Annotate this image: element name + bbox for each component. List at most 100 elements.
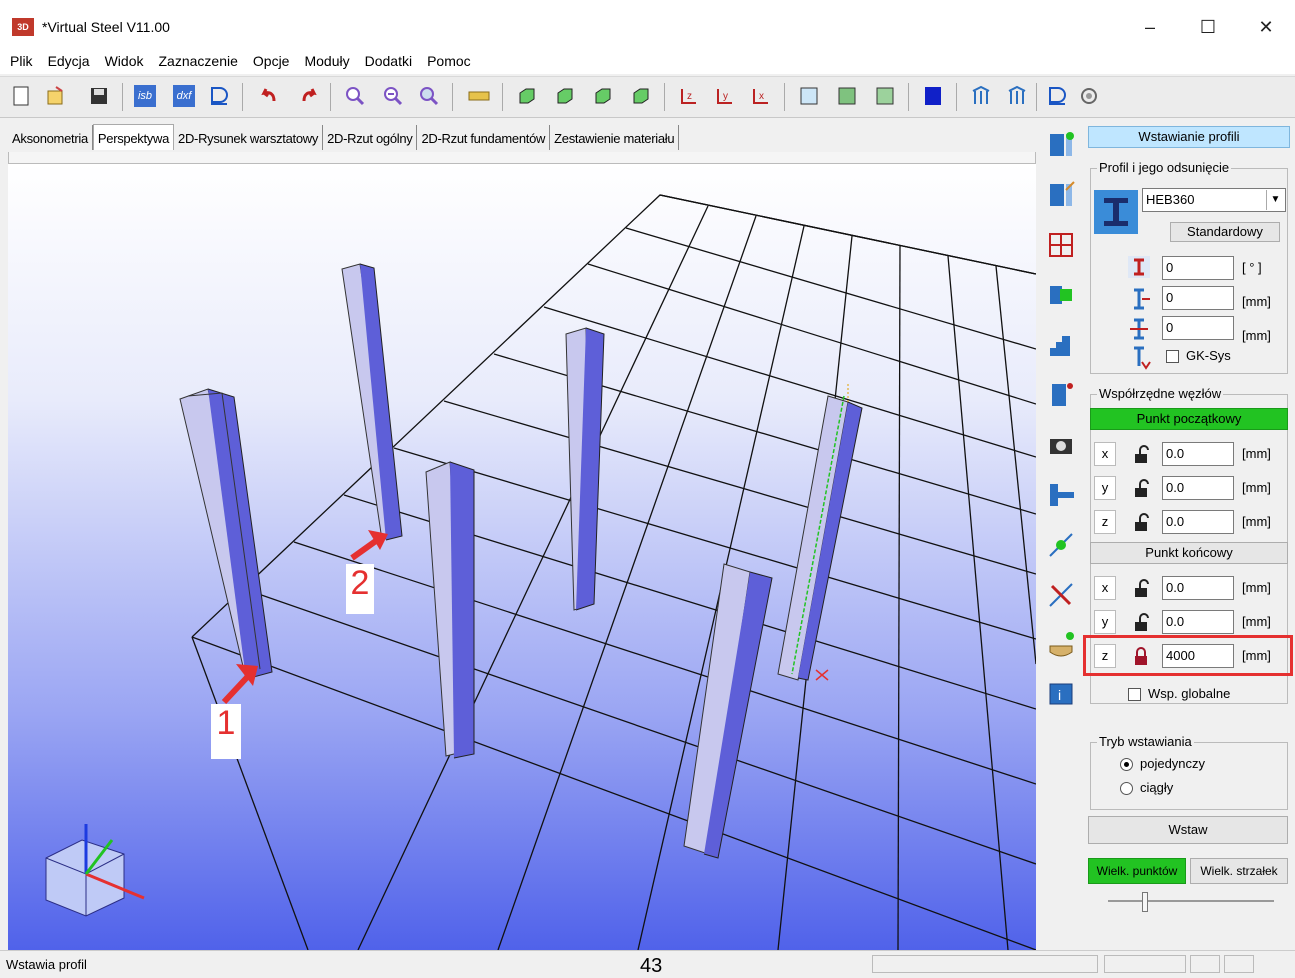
undo-icon[interactable]: [258, 85, 280, 107]
edit-profile-icon[interactable]: [1046, 180, 1076, 210]
menu-moduly[interactable]: Moduły: [299, 51, 354, 71]
chevron-down-icon[interactable]: ▼: [1266, 190, 1284, 210]
isb-icon[interactable]: isb: [134, 85, 156, 107]
end-y-label: y: [1094, 610, 1116, 634]
end-x-input[interactable]: 0.0: [1162, 576, 1234, 600]
unlock-icon[interactable]: [1130, 512, 1152, 534]
color-icon[interactable]: [922, 85, 944, 107]
annotation-label-1: 1: [211, 704, 241, 759]
open-icon[interactable]: [44, 85, 66, 107]
view-iso2-icon[interactable]: [554, 85, 576, 107]
start-x-input[interactable]: 0.0: [1162, 442, 1234, 466]
profile-select[interactable]: HEB360: [1142, 188, 1286, 212]
insert-profile-icon[interactable]: [1046, 130, 1076, 160]
offset-y-input[interactable]: 0: [1162, 286, 1234, 310]
zoom-window-icon[interactable]: [418, 85, 440, 107]
end-x-unit: [mm]: [1242, 580, 1271, 595]
3d-viewport[interactable]: 2 1: [8, 164, 1036, 950]
weld-icon[interactable]: [1046, 630, 1076, 660]
column-3: [565, 327, 605, 611]
print-icon[interactable]: [1046, 85, 1068, 107]
close-button[interactable]: ✕: [1243, 12, 1289, 42]
arrow-size-button[interactable]: Wielk. strzałek: [1190, 858, 1288, 884]
rotation-input[interactable]: 0: [1162, 256, 1234, 280]
view-x-icon[interactable]: x: [750, 85, 772, 107]
redo-icon[interactable]: [298, 85, 320, 107]
dxf-icon[interactable]: dxf: [173, 85, 195, 107]
menu-pomoc[interactable]: Pomoc: [422, 51, 476, 71]
size-slider-handle[interactable]: [1142, 892, 1148, 912]
new-icon[interactable]: [10, 85, 32, 107]
end-point-button[interactable]: Punkt końcowy: [1090, 542, 1288, 564]
tab-2d-rzut-fundamentow[interactable]: 2D-Rzut fundamentów: [417, 125, 551, 150]
settings-icon[interactable]: [1078, 85, 1100, 107]
unlock-icon[interactable]: [1130, 612, 1152, 634]
column-5: [683, 563, 773, 859]
zoom-icon[interactable]: [344, 85, 366, 107]
connection-icon[interactable]: [1046, 480, 1076, 510]
menu-opcje[interactable]: Opcje: [248, 51, 295, 71]
tab-2d-rysunek[interactable]: 2D-Rysunek warsztatowy: [174, 125, 324, 150]
camera-icon[interactable]: [1046, 430, 1076, 460]
print-preview-icon[interactable]: [208, 85, 230, 107]
zoom-out-icon[interactable]: [382, 85, 404, 107]
frame1-icon[interactable]: [970, 85, 992, 107]
minimize-button[interactable]: –: [1127, 12, 1173, 42]
global-coords-checkbox[interactable]: [1128, 688, 1141, 701]
menu-dodatki[interactable]: Dodatki: [360, 51, 417, 71]
start-x-label: x: [1094, 442, 1116, 466]
insert-button[interactable]: Wstaw: [1088, 816, 1288, 844]
global-coords-label: Wsp. globalne: [1148, 686, 1231, 701]
plate-icon[interactable]: [1046, 280, 1076, 310]
maximize-button[interactable]: ☐: [1185, 12, 1231, 42]
start-z-input[interactable]: 0.0: [1162, 510, 1234, 534]
point-size-button[interactable]: Wielk. punktów: [1088, 858, 1186, 884]
nav-cube-icon: [45, 824, 145, 917]
menu-plik[interactable]: Plik: [5, 51, 38, 71]
menu-widok[interactable]: Widok: [100, 51, 149, 71]
tab-aksonometria[interactable]: Aksonometria: [8, 125, 93, 150]
frame2-icon[interactable]: [1006, 85, 1028, 107]
measure-icon[interactable]: [468, 85, 490, 107]
start-z-label: z: [1094, 510, 1116, 534]
cut-icon[interactable]: [1046, 580, 1076, 610]
start-y-input[interactable]: 0.0: [1162, 476, 1234, 500]
view-iso1-icon[interactable]: [516, 85, 538, 107]
svg-text:z: z: [687, 91, 692, 102]
start-point-button[interactable]: Punkt początkowy: [1090, 408, 1288, 430]
offset-z-input[interactable]: 0: [1162, 316, 1234, 340]
app-icon: 3D: [12, 18, 34, 36]
offset-z-icon: [1130, 318, 1148, 340]
menu-zaznaczenie[interactable]: Zaznaczenie: [154, 51, 243, 71]
info-icon[interactable]: i: [1046, 680, 1076, 710]
table2-icon[interactable]: [836, 85, 858, 107]
view-z-icon[interactable]: z: [678, 85, 700, 107]
grid-icon[interactable]: [1046, 230, 1076, 260]
mode-continuous-radio[interactable]: [1120, 782, 1133, 795]
mode-single-radio[interactable]: [1120, 758, 1133, 771]
node-icon[interactable]: [1046, 380, 1076, 410]
end-y-input[interactable]: 0.0: [1162, 610, 1234, 634]
unlock-icon[interactable]: [1130, 444, 1152, 466]
standard-button[interactable]: Standardowy: [1170, 222, 1280, 242]
tab-2d-rzut-ogolny[interactable]: 2D-Rzut ogólny: [323, 125, 418, 150]
pin-icon[interactable]: [1046, 530, 1076, 560]
unlock-icon[interactable]: [1130, 478, 1152, 500]
gk-sys-checkbox[interactable]: [1166, 350, 1179, 363]
table1-icon[interactable]: [798, 85, 820, 107]
menu-edycja[interactable]: Edycja: [43, 51, 95, 71]
table3-icon[interactable]: [874, 85, 896, 107]
save-icon[interactable]: [88, 85, 110, 107]
view-iso4-icon[interactable]: [630, 85, 652, 107]
tab-perspektywa[interactable]: Perspektywa: [92, 124, 175, 150]
gk-sys-label: GK-Sys: [1186, 348, 1231, 363]
view-y-icon[interactable]: y: [714, 85, 736, 107]
status-text: Wstawia profil: [6, 957, 87, 972]
tab-zestawienie[interactable]: Zestawienie materiału: [550, 125, 680, 150]
view-iso3-icon[interactable]: [592, 85, 614, 107]
stairs-icon[interactable]: [1046, 330, 1076, 360]
rotation-unit: [ ° ]: [1242, 260, 1262, 275]
coords-group-title: Współrzędne węzłów: [1097, 386, 1224, 401]
size-slider-track[interactable]: [1108, 900, 1274, 902]
unlock-icon[interactable]: [1130, 578, 1152, 600]
